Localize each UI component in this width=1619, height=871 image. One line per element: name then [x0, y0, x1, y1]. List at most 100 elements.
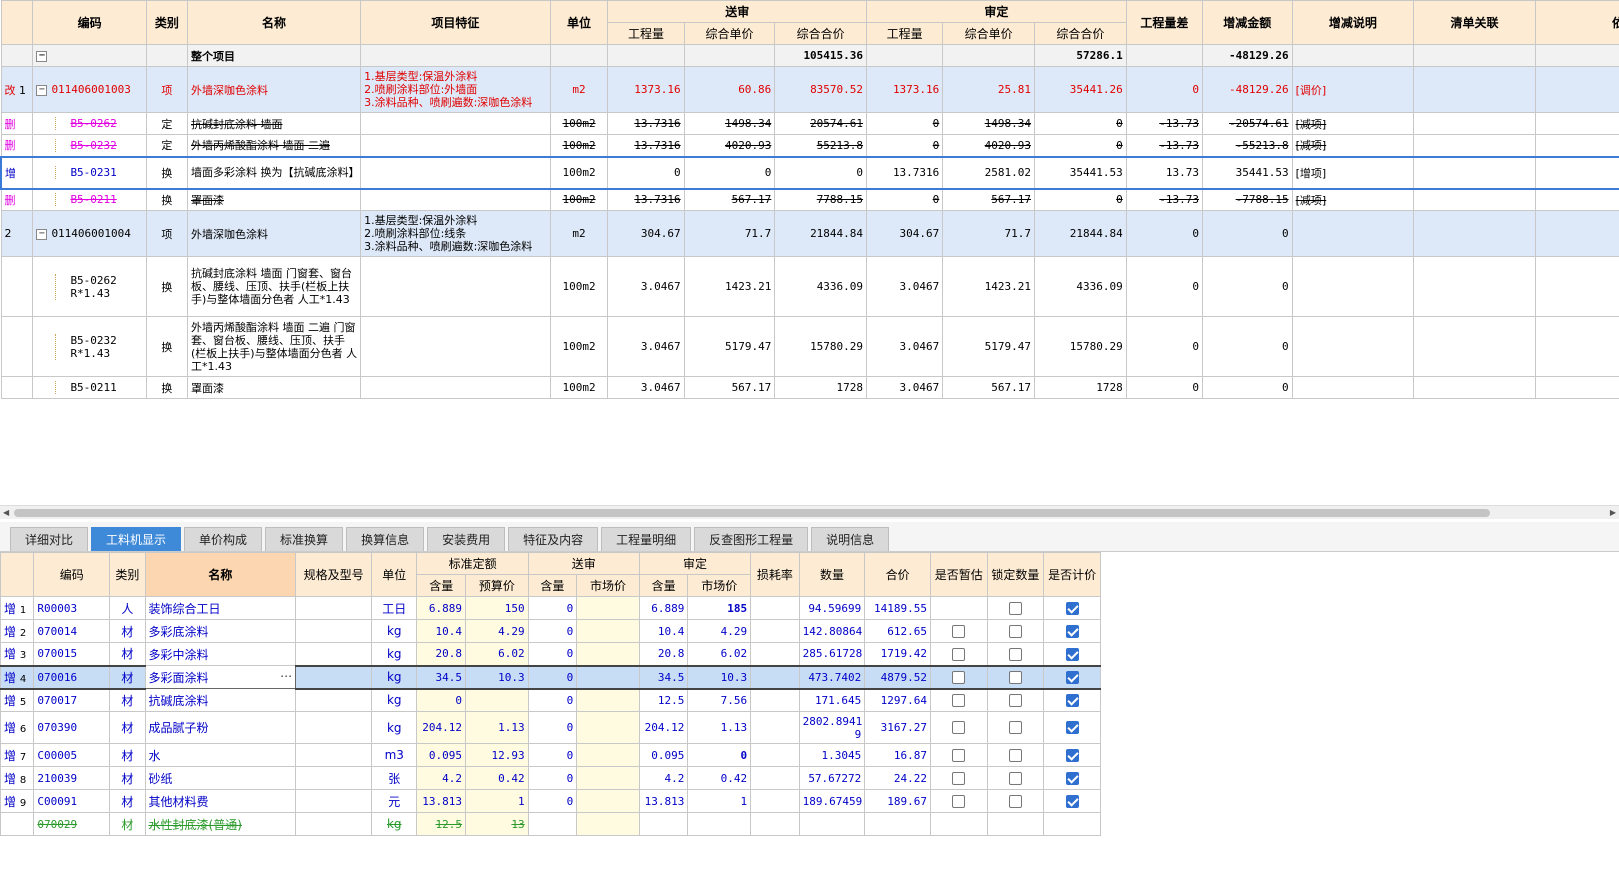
cell-qty[interactable]: 285.61728 — [798, 642, 866, 666]
cell-s-m[interactable] — [576, 596, 640, 620]
checkbox[interactable] — [952, 721, 966, 735]
cell-total[interactable]: 1719.42 — [864, 642, 931, 666]
cell-code[interactable]: 070016 — [33, 664, 111, 690]
checkbox[interactable] — [952, 624, 966, 638]
material-row[interactable]: 增 4 070016 材多彩面涂料 ⋯ kg 34.5 10.3 0 34.5 10.3 473.7… — [0, 664, 1101, 690]
cell-spec[interactable] — [295, 664, 372, 690]
cell-unit[interactable]: kg — [370, 664, 418, 690]
cell-s-c[interactable]: 0 — [527, 642, 578, 666]
cell-code[interactable]: 070029 — [33, 812, 111, 836]
cell-s-c[interactable]: 0 — [527, 789, 578, 813]
minus-icon[interactable]: − — [36, 50, 48, 62]
cell-lock[interactable] — [986, 812, 1045, 836]
checkbox-checked[interactable] — [1065, 601, 1079, 615]
table-row[interactable]: B5-0262 R*1.43 换 抗碱封底涂料 墙面 门窗套、窗台板、腰线、压顶… — [0, 256, 1619, 317]
col-code[interactable]: 编码 — [33, 552, 111, 597]
cell-flag[interactable]: 增 4 — [0, 664, 35, 690]
col-type[interactable]: 类别 — [109, 552, 146, 597]
cell-std-c[interactable]: 12.5 — [416, 812, 466, 836]
cell-loss[interactable] — [750, 789, 800, 813]
cell-qty[interactable]: 57.67272 — [798, 766, 866, 790]
tab-labor-material-machine[interactable]: 工料机显示 — [91, 527, 182, 551]
cell-est[interactable] — [930, 619, 988, 643]
checkbox-checked[interactable] — [1065, 624, 1079, 638]
col-send-qty[interactable]: 工程量 — [607, 22, 685, 45]
cell-qty[interactable]: 171.645 — [798, 688, 866, 712]
tab-standard-conversion[interactable]: 标准换算 — [265, 527, 344, 551]
material-row[interactable]: 增 5 070017 材抗碱底涂料 kg 0 0 12.5 7.56 171.645 1297.6… — [0, 688, 1101, 712]
cell-s-m[interactable] — [576, 619, 640, 643]
cell-qty[interactable]: 1.3045 — [798, 743, 866, 767]
checkbox[interactable] — [1008, 624, 1022, 638]
material-row[interactable]: 增 2 070014 材多彩底涂料 kg 10.4 4.29 0 10.4 4.29 142.80… — [0, 619, 1101, 643]
cell-a-m[interactable]: 7.56 — [687, 688, 752, 712]
cell-spec[interactable] — [295, 619, 372, 643]
cell-name[interactable]: 砂纸 — [144, 766, 297, 790]
cell-s-m[interactable] — [576, 664, 640, 690]
checkbox[interactable] — [1008, 694, 1022, 707]
col-code[interactable]: 编码 — [32, 0, 147, 45]
table-row-selected[interactable]: 增 B5-0231 换 墙面多彩涂料 换为【抗碱底涂料】 100m2 0 0 0… — [0, 155, 1619, 190]
cell-code[interactable]: 070014 — [33, 619, 111, 643]
cell-type[interactable]: 材 — [109, 664, 146, 690]
cell-price[interactable] — [1043, 688, 1101, 712]
cell-a-m[interactable]: 1.13 — [687, 711, 752, 744]
cell-qty[interactable]: 94.59699 — [798, 596, 866, 620]
cell-s-m[interactable] — [576, 789, 640, 813]
scroll-left-icon[interactable]: ◀ — [3, 508, 9, 517]
checkbox[interactable] — [952, 771, 966, 785]
cell-s-c[interactable]: 0 — [527, 766, 578, 790]
cell-s-c[interactable] — [527, 812, 578, 836]
cell-loss[interactable] — [750, 743, 800, 767]
cell-a-m[interactable]: 10.3 — [687, 664, 752, 690]
cell-a-c[interactable]: 204.12 — [638, 711, 689, 744]
material-row[interactable]: 增 1 R00003 人装饰综合工日 工日 6.889 150 0 6.889 185 94.59… — [0, 596, 1101, 620]
tab-detail-compare[interactable]: 详细对比 — [10, 527, 89, 551]
tab-quantity-detail[interactable]: 工程量明细 — [601, 527, 692, 551]
cell-name[interactable]: 抗碱底涂料 — [144, 688, 297, 712]
cell-unit[interactable]: 元 — [370, 789, 418, 813]
checkbox[interactable] — [952, 647, 966, 661]
table-row[interactable]: B5-0232 R*1.43 换 外墙丙烯酸酯涂料 墙面 二遍 门窗套、窗台板、… — [0, 316, 1619, 377]
cell-loss[interactable] — [750, 664, 800, 690]
cell-est[interactable] — [930, 812, 988, 836]
cell-price[interactable] — [1043, 789, 1101, 813]
cell-lock[interactable] — [986, 743, 1045, 767]
checkbox-checked[interactable] — [1065, 670, 1079, 684]
cell-a-m[interactable]: 0.42 — [687, 766, 752, 790]
material-row[interactable]: 增 8 210039 材砂纸张 4.2 0.42 0 4.2 0.42 57.67272 24.2… — [0, 766, 1101, 790]
cell-std-b[interactable]: 150 — [464, 596, 529, 620]
cell-code[interactable]: 070390 — [33, 711, 111, 744]
cell-est[interactable] — [930, 688, 988, 712]
checkbox[interactable] — [952, 794, 966, 808]
checkbox[interactable] — [1008, 721, 1022, 735]
cell-name[interactable]: 装饰综合工日 — [144, 596, 297, 620]
cell-name[interactable]: 成品腻子粉 — [144, 711, 297, 744]
cell-total[interactable]: 3167.27 — [864, 711, 931, 744]
cell-qty[interactable]: 142.80864 — [798, 619, 866, 643]
checkbox[interactable] — [952, 694, 966, 707]
cell-name[interactable]: 多彩底涂料 — [144, 619, 297, 643]
cell-loss[interactable] — [750, 688, 800, 712]
cell-s-m[interactable] — [576, 812, 640, 836]
cell-name[interactable]: 其他材料费 — [144, 789, 297, 813]
cell-std-c[interactable]: 20.8 — [416, 642, 466, 666]
cell-a-m[interactable]: 6.02 — [687, 642, 752, 666]
cell-unit[interactable]: kg — [370, 619, 418, 643]
cell-lock[interactable] — [986, 619, 1045, 643]
cell-a-c[interactable]: 13.813 — [638, 789, 689, 813]
more-icon[interactable]: ⋯ — [280, 669, 292, 683]
col-spec[interactable]: 规格及型号 — [295, 552, 372, 597]
cell-a-m[interactable] — [687, 812, 752, 836]
horizontal-scrollbar[interactable]: ◀ ▶ — [0, 505, 1619, 519]
col-loss[interactable]: 损耗率 — [750, 552, 800, 597]
cell-price[interactable] — [1043, 812, 1101, 836]
col-basis[interactable]: 依据 — [1534, 0, 1619, 45]
cell-unit[interactable]: 张 — [370, 766, 418, 790]
minus-icon[interactable]: − — [36, 228, 48, 240]
cell-total[interactable]: 612.65 — [864, 619, 931, 643]
cell-type[interactable]: 材 — [109, 812, 146, 836]
cell-lock[interactable] — [986, 642, 1045, 666]
cell-est[interactable] — [930, 711, 988, 744]
minus-icon[interactable]: − — [36, 84, 48, 96]
